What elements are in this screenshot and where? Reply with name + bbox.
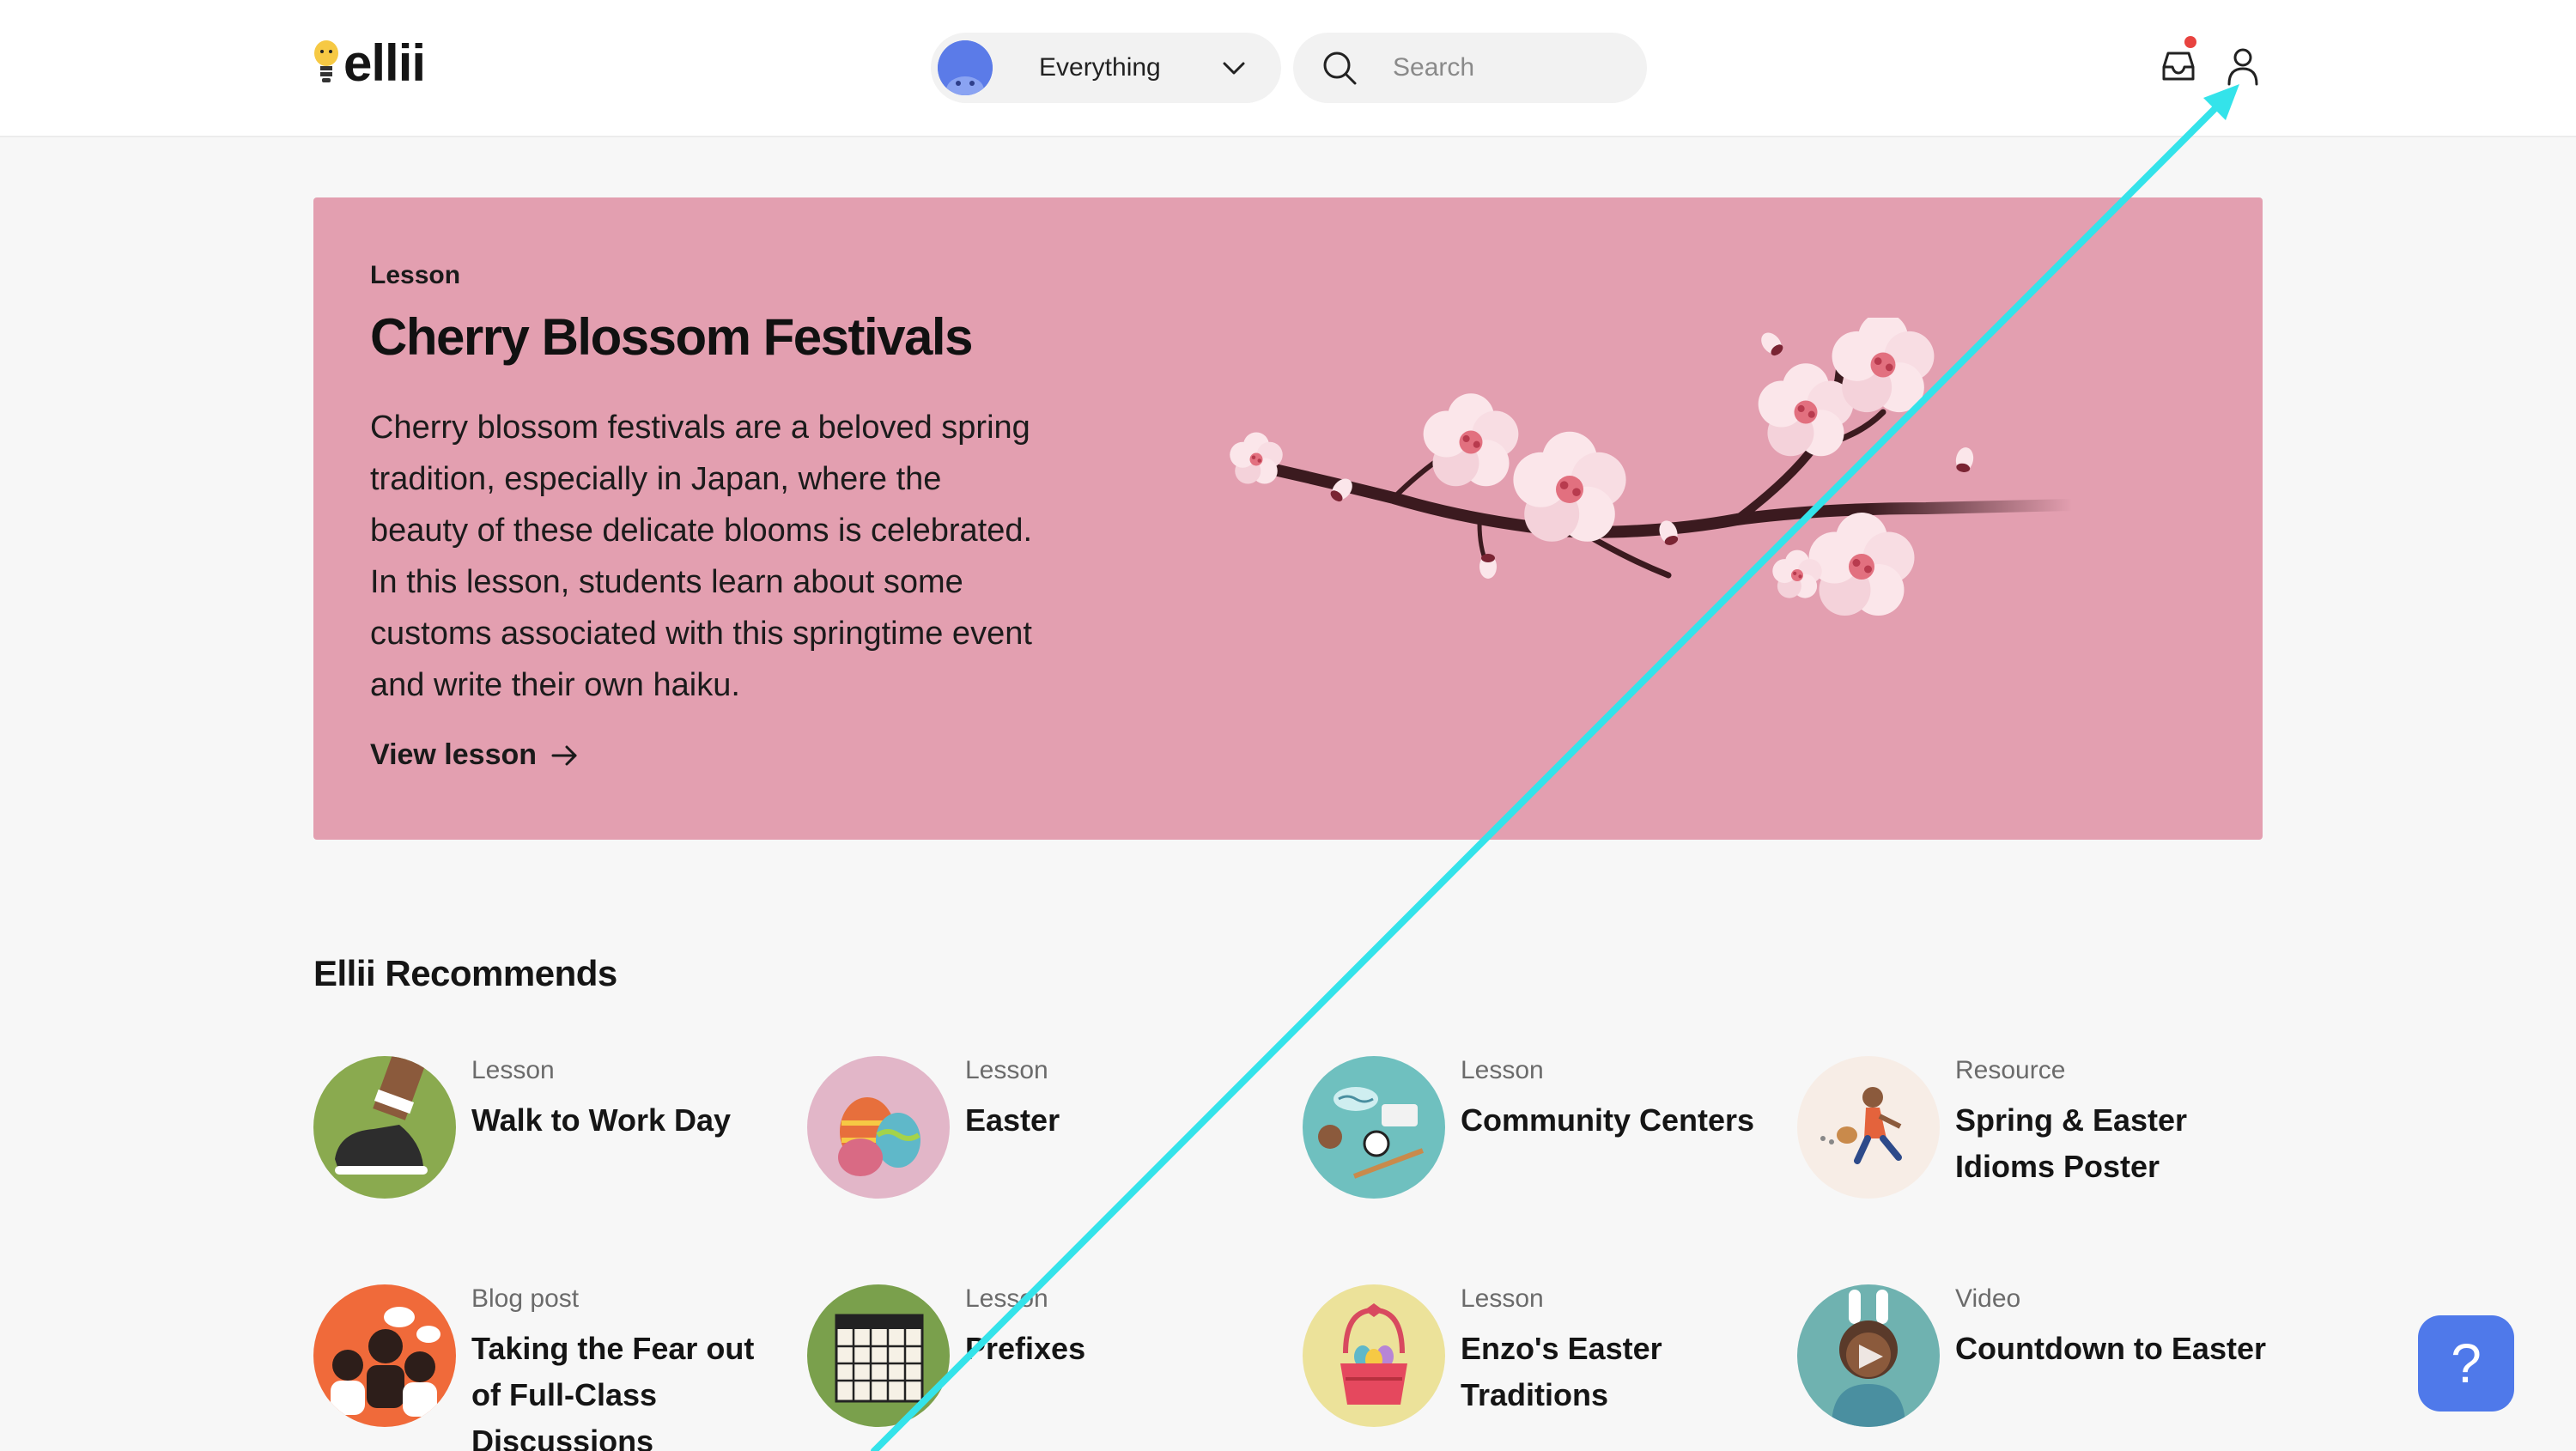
- card-kind: Lesson: [1461, 1284, 1544, 1313]
- inbox-icon[interactable]: [2159, 46, 2198, 86]
- profile-icon[interactable]: [2226, 46, 2260, 86]
- notification-badge: [2184, 36, 2196, 48]
- content-filter-dropdown[interactable]: Everything: [931, 33, 1281, 103]
- chevron-down-icon: [1223, 62, 1245, 75]
- card-title: Countdown to Easter: [1955, 1331, 2266, 1366]
- view-lesson-label: View lesson: [370, 738, 538, 771]
- card-title: Easter: [965, 1102, 1060, 1138]
- card-title: Taking the Fear out of Full-Class Discus…: [471, 1331, 755, 1451]
- card-kind: Video: [1955, 1284, 2021, 1313]
- recommend-card[interactable]: Lesson Easter: [807, 1056, 1288, 1202]
- featured-title[interactable]: Cherry Blossom Festivals: [370, 307, 973, 367]
- top-nav: ellii Everything: [0, 0, 2576, 137]
- recommend-card[interactable]: Blog post Taking the Fear out of Full-Cl…: [313, 1284, 794, 1451]
- card-title: Walk to Work Day: [471, 1102, 732, 1138]
- arrow-right-icon: [551, 745, 577, 765]
- featured-description: Cherry blossom festivals are a beloved s…: [370, 410, 1033, 703]
- recommend-card[interactable]: Lesson Community Centers: [1303, 1056, 1783, 1202]
- discussion-icon: [313, 1284, 456, 1427]
- easter-basket-icon: [1303, 1284, 1445, 1427]
- recommend-card[interactable]: Lesson Walk to Work Day: [313, 1056, 794, 1202]
- ellii-logo[interactable]: ellii: [311, 34, 426, 92]
- easter-eggs-icon: [807, 1056, 950, 1199]
- card-title: Community Centers: [1461, 1102, 1755, 1138]
- recommend-card[interactable]: Lesson Enzo's Easter Traditions: [1303, 1284, 1783, 1430]
- featured-lesson-banner: Lesson Cherry Blossom Festivals Cherry b…: [313, 197, 2263, 840]
- recommends-heading: Ellii Recommends: [313, 953, 617, 993]
- bunny-kid-icon: [1797, 1284, 1940, 1427]
- sneaker-icon: [313, 1056, 456, 1199]
- community-icon: [1303, 1056, 1445, 1199]
- card-title: Spring & Easter Idioms Poster: [1955, 1102, 2188, 1184]
- card-title: Enzo's Easter Traditions: [1461, 1331, 1662, 1412]
- search-input[interactable]: [1393, 53, 1633, 82]
- recommend-card[interactable]: Resource Spring & Easter Idioms Poster: [1797, 1056, 2278, 1202]
- cherry-blossom-branch-illustration: [1230, 318, 2078, 616]
- filter-label: Everything: [1039, 53, 1161, 82]
- help-button[interactable]: ?: [2418, 1315, 2514, 1412]
- search-bar[interactable]: [1293, 33, 1647, 103]
- card-kind: Lesson: [471, 1056, 555, 1084]
- card-kind: Lesson: [965, 1056, 1048, 1084]
- lightbulb-icon: [314, 40, 338, 82]
- view-lesson-link[interactable]: View lesson: [370, 738, 580, 772]
- logo-text: ellii: [343, 34, 426, 92]
- grid-icon: [807, 1284, 950, 1427]
- card-kind: Blog post: [471, 1284, 580, 1313]
- filter-avatar-icon: [938, 40, 993, 95]
- card-title: Prefixes: [965, 1331, 1086, 1366]
- egg-hunt-icon: [1797, 1056, 1940, 1199]
- featured-kind: Lesson: [370, 261, 461, 289]
- card-kind: Lesson: [1461, 1056, 1544, 1084]
- recommend-card[interactable]: Video Countdown to Easter: [1797, 1284, 2278, 1430]
- recommend-card[interactable]: Lesson Prefixes: [807, 1284, 1288, 1430]
- search-icon: [1323, 52, 1357, 85]
- card-kind: Resource: [1955, 1056, 2066, 1084]
- card-kind: Lesson: [965, 1284, 1048, 1313]
